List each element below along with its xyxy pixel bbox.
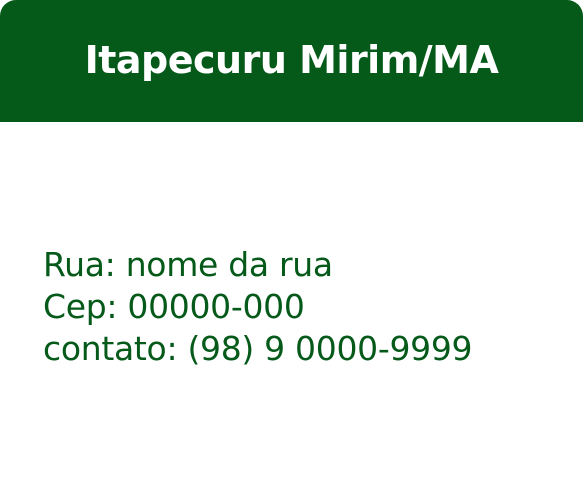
card-header: Itapecuru Mirim/MA [0,0,583,122]
address-line: Rua: nome da rua [43,245,333,284]
card-title: Itapecuru Mirim/MA [84,38,499,82]
cep-line: Cep: 00000-000 [43,287,305,326]
card-body: Rua: nome da rua Cep: 00000-000 contato:… [43,244,573,370]
location-card: Itapecuru Mirim/MA Rua: nome da rua Cep:… [0,0,583,502]
contact-line: contato: (98) 9 0000-9999 [43,329,473,368]
